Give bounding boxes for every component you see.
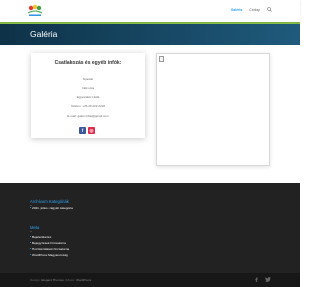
contact-email[interactable]: E-mail: galeri.infok@gmail.com [31,114,145,118]
contact-line: Nyaraló [82,77,94,81]
credits-wordpress-link[interactable]: WordPress [76,278,91,282]
credits-theme-link[interactable]: Elegant Themes [41,278,63,282]
widget-title-underline [30,204,32,206]
contact-card: Csatlakozás és egyéb infók: Nyaraló Inti… [31,53,145,138]
archive-widget-title: Archívum Kategóriák [30,199,69,204]
hero-accent-line [0,22,300,24]
contact-line: Intik utca [81,86,94,90]
broken-image-icon [159,56,164,62]
embedded-map-frame[interactable] [156,53,270,166]
site-footer [0,183,300,273]
nav-item-gallery[interactable]: Galéria [231,8,243,12]
main-nav: Galéria Címlap [231,7,272,12]
site-logo[interactable] [25,3,45,18]
footer-credits: Design: Elegant Themes | Motor: WordPres… [30,278,91,282]
meta-widget-title: Meta [30,225,40,230]
contact-line: Egyesülési Lilafa [76,95,100,99]
search-icon[interactable] [267,7,272,12]
twitter-icon[interactable] [265,277,271,282]
meta-item-wordpress[interactable]: WordPress Magyarország [32,253,68,257]
nav-item-home[interactable]: Címlap [249,8,260,12]
widget-title-underline [30,230,32,232]
instagram-icon[interactable]: ◎ [88,127,95,134]
credits-prefix: Design: [30,278,42,282]
contact-phone: Telefon: +36 20 222-2222 [70,104,106,108]
page-title: Galéria [30,29,58,39]
site-header: Galéria Címlap [0,0,300,22]
meta-item-posts-feed[interactable]: Bejegyzések hírcsatorna [32,241,66,245]
meta-item-comments-feed[interactable]: Hozzászólások hírcsatorna [32,247,69,251]
contact-title: Csatlakozás és egyéb infók: [54,60,122,66]
credits-separator: | Motor: [63,278,76,282]
facebook-icon[interactable] [254,277,259,282]
facebook-icon[interactable]: f [79,127,86,134]
meta-item-login[interactable]: Bejelentkezés [32,235,51,239]
archive-item[interactable]: 2021. július • Egyéb kategória [32,206,73,210]
